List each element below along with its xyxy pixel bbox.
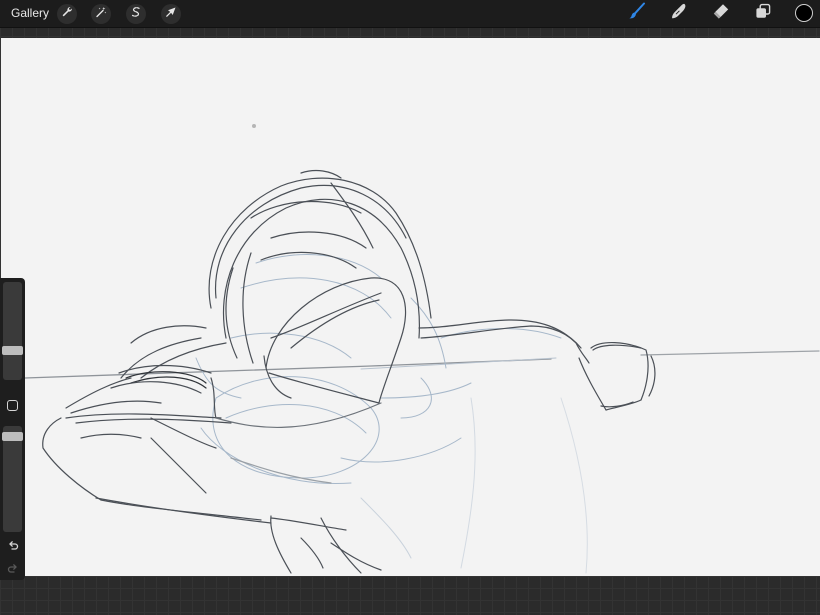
smudge-button[interactable] <box>669 3 689 23</box>
eraser-icon <box>712 2 730 25</box>
brush-size-slider[interactable] <box>2 282 23 380</box>
layers-icon <box>754 2 772 25</box>
blue-underdrawing <box>195 254 588 574</box>
brush-button[interactable] <box>627 2 647 25</box>
magic-wand-icon <box>95 5 107 23</box>
opacity-thumb[interactable] <box>2 432 23 441</box>
left-sidebar <box>0 278 25 580</box>
color-picker-button[interactable] <box>795 4 813 22</box>
procreate-app: Gallery <box>0 0 820 615</box>
top-toolbar: Gallery <box>0 0 820 28</box>
horizon-line <box>24 350 820 379</box>
opacity-slider[interactable] <box>2 426 23 532</box>
sketch-artwork <box>24 124 820 574</box>
actions-button[interactable] <box>57 4 77 24</box>
canvas-dot <box>252 124 256 128</box>
selection-button[interactable] <box>126 4 146 24</box>
drawing-canvas[interactable] <box>1 38 820 576</box>
gallery-button[interactable]: Gallery <box>11 6 49 20</box>
adjustments-button[interactable] <box>91 4 111 24</box>
selection-s-icon <box>130 5 142 23</box>
pencil-sketch <box>42 169 656 574</box>
brush-size-thumb[interactable] <box>2 346 23 355</box>
arrow-cursor-icon <box>165 5 177 23</box>
undo-button[interactable] <box>5 540 20 554</box>
eraser-button[interactable] <box>711 3 731 23</box>
brush-icon <box>628 2 646 25</box>
layers-button[interactable] <box>753 3 773 23</box>
redo-button[interactable] <box>5 563 20 577</box>
transform-button[interactable] <box>161 4 181 24</box>
undo-icon <box>7 538 19 556</box>
wrench-icon <box>61 5 73 23</box>
modify-button[interactable] <box>7 400 18 411</box>
smudge-finger-icon <box>670 2 688 25</box>
redo-icon <box>7 561 19 579</box>
